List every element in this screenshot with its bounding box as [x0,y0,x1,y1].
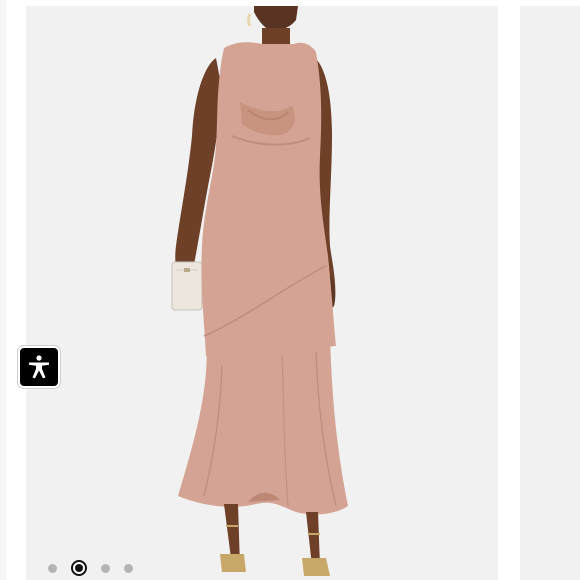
carousel-slide-current[interactable] [26,6,498,580]
product-photo [171,6,348,576]
carousel-dot-3[interactable] [101,563,110,573]
carousel-dot-1[interactable] [48,563,57,573]
carousel-pagination [48,558,133,578]
product-image-carousel[interactable] [0,0,580,580]
accessibility-person-icon [29,355,49,379]
carousel-slide-next[interactable] [520,6,580,580]
accessibility-button[interactable] [18,346,60,388]
previous-slide-edge [0,0,6,580]
carousel-dot-4[interactable] [124,563,133,573]
carousel-dot-2-active[interactable] [71,560,87,576]
